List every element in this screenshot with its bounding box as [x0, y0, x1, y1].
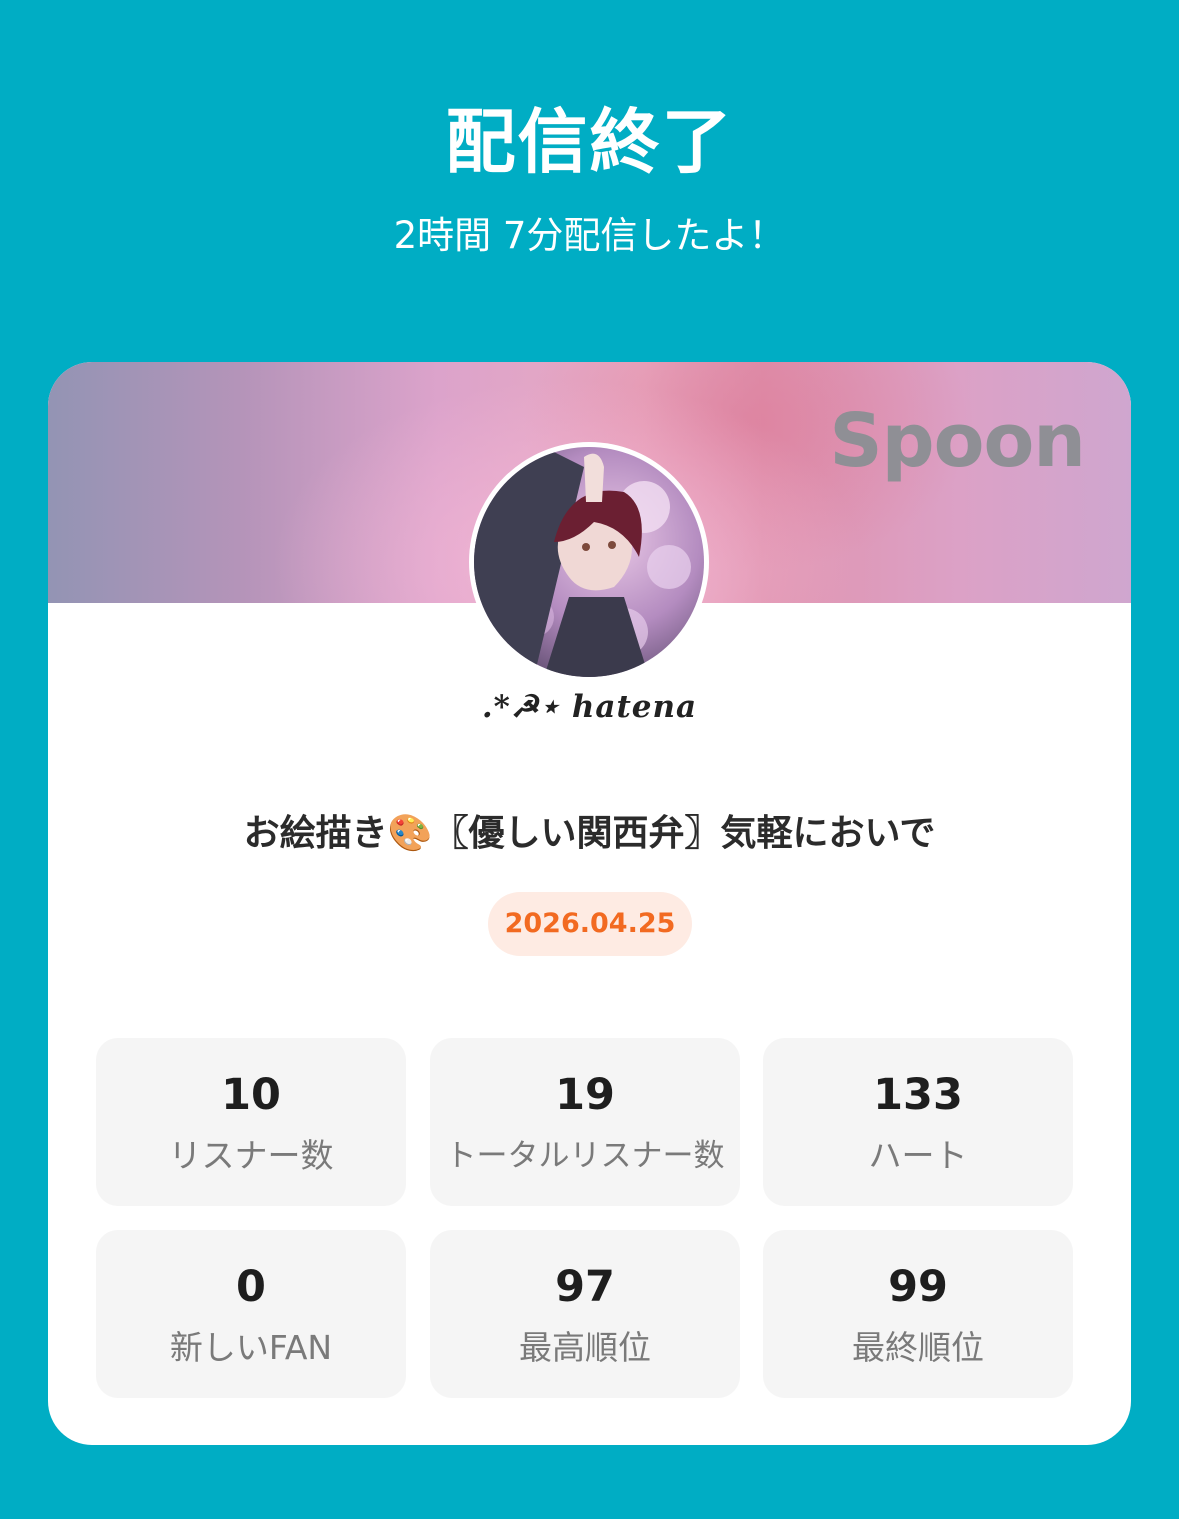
username: .*☭⋆ hatena: [481, 689, 698, 725]
stat-label: ハート: [868, 1136, 968, 1175]
stat-highest-rank: 97 最高順位: [430, 1230, 740, 1398]
stat-new-fans: 0 新しいFAN: [96, 1230, 406, 1398]
stat-value: 0: [236, 1262, 266, 1312]
stat-final-rank: 99 最終順位: [763, 1230, 1073, 1398]
stat-label: リスナー数: [168, 1136, 334, 1175]
stat-value: 133: [873, 1070, 963, 1120]
live-summary-card: Spoon .*☭⋆ hatena お絵描き🎨〖優しい関西弁〗気軽においで 20…: [48, 362, 1131, 1445]
stat-value: 99: [888, 1262, 948, 1312]
avatar-image: [474, 447, 704, 677]
broadcast-duration: 2時間 7分配信したよ！: [393, 214, 786, 257]
date-badge: 2026.04.25: [488, 892, 692, 956]
stat-listeners: 10 リスナー数: [96, 1038, 406, 1206]
stat-total-listeners: 19 トータルリスナー数: [430, 1038, 740, 1206]
live-title: お絵描き🎨〖優しい関西弁〗気軽においで: [243, 813, 936, 854]
stat-hearts: 133 ハート: [763, 1038, 1073, 1206]
page-title: 配信終了: [445, 101, 734, 183]
stat-value: 97: [555, 1262, 615, 1312]
spoon-logo: Spoon: [829, 398, 1086, 484]
stat-value: 19: [555, 1070, 615, 1120]
stat-value: 10: [221, 1070, 281, 1120]
stat-label: 新しいFAN: [169, 1328, 333, 1367]
stat-label: 最終順位: [852, 1328, 984, 1367]
avatar[interactable]: [469, 442, 709, 682]
stat-label: 最高順位: [519, 1328, 651, 1367]
stat-label: トータルリスナー数: [445, 1138, 725, 1174]
